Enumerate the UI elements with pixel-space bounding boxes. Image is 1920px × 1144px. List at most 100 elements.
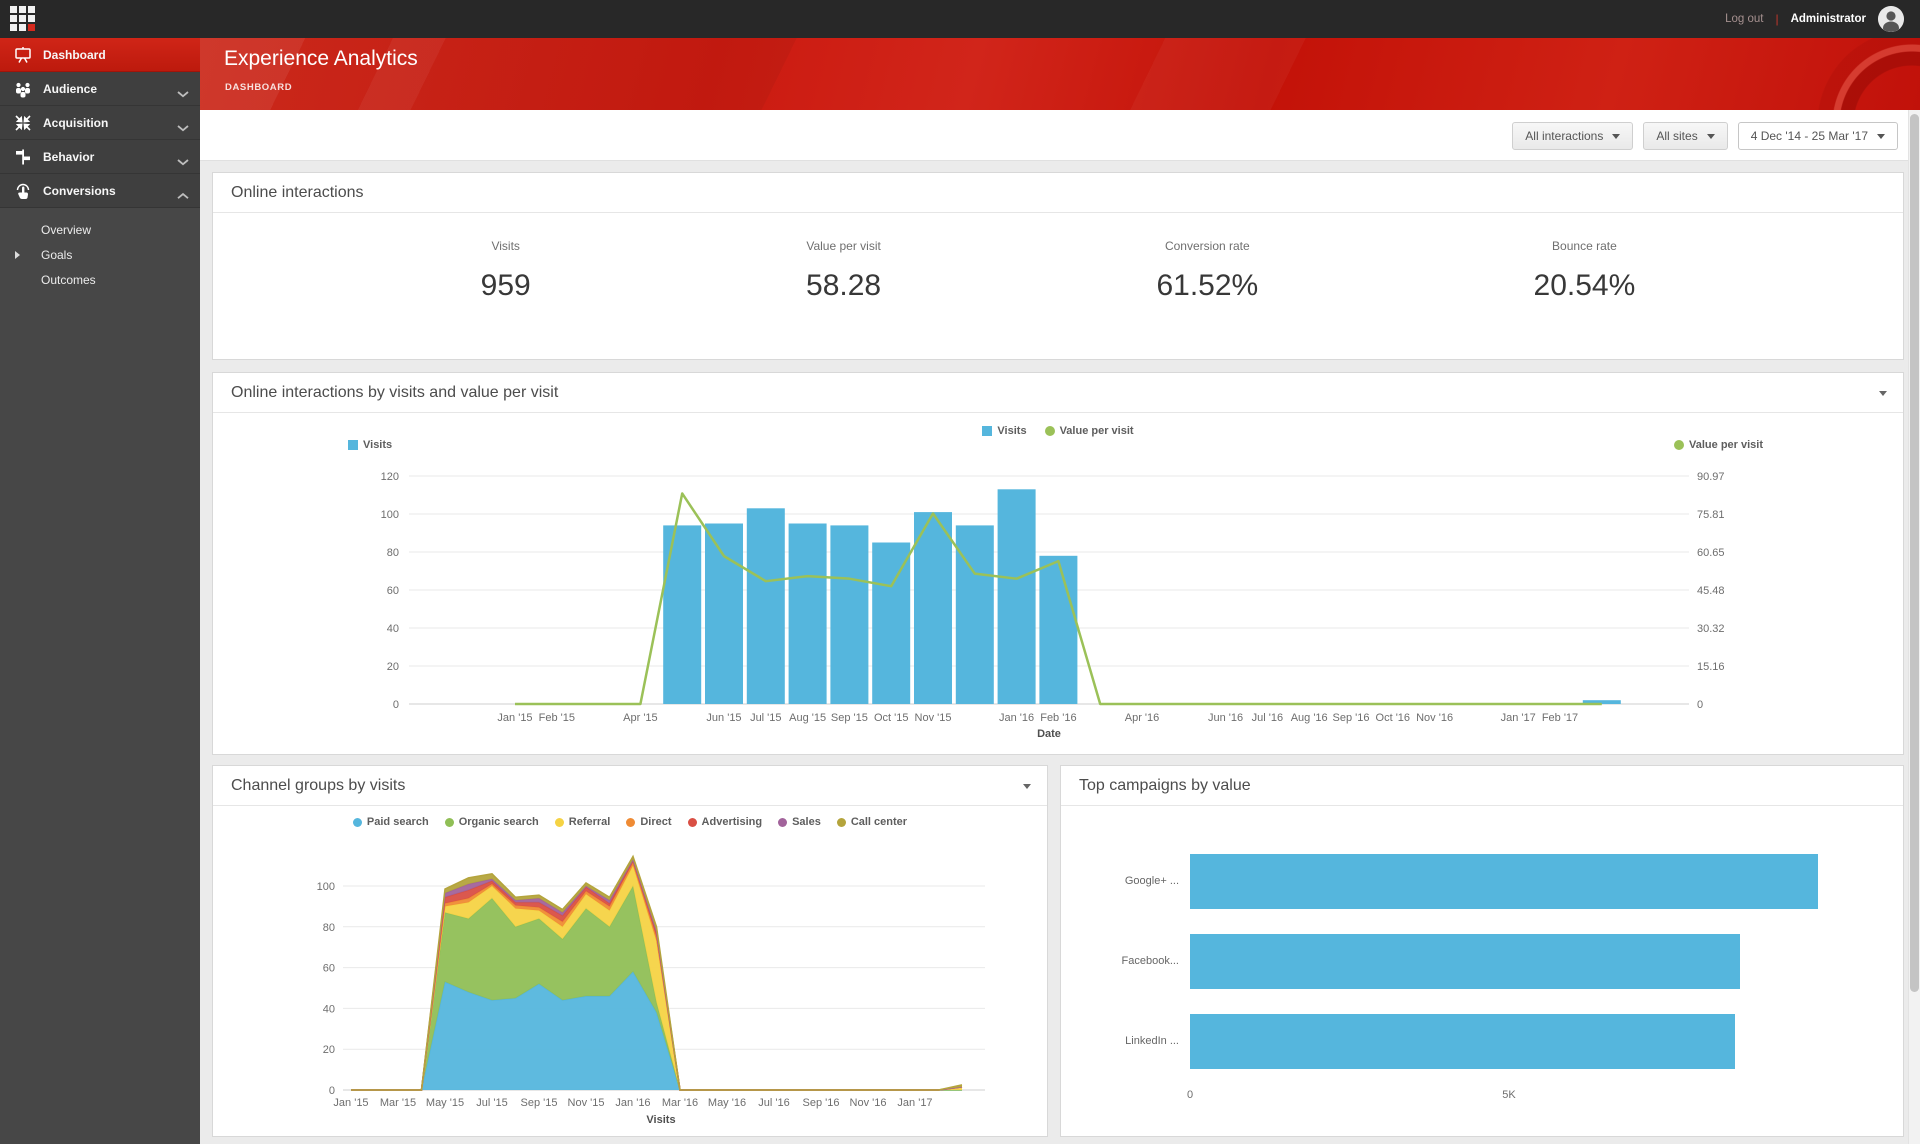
campaign-bar[interactable]	[1190, 854, 1818, 909]
x-axis-tick: Feb '15	[539, 712, 575, 724]
x-axis-tick: Apr '16	[1125, 712, 1160, 724]
subitem-label: Overview	[41, 223, 92, 237]
legend-label: Sales	[792, 816, 821, 828]
visits-bar[interactable]	[830, 525, 869, 704]
visits-bar[interactable]	[1039, 555, 1078, 704]
x-axis-tick: Jul '16	[1252, 712, 1283, 724]
metric-conversion-rate: Conversion rate 61.52%	[1156, 239, 1258, 303]
left-axis-tick: 60	[387, 585, 399, 597]
legend-label: Paid search	[366, 816, 429, 828]
visits-bar[interactable]	[955, 525, 994, 704]
x-axis-tick: May '16	[708, 1097, 746, 1109]
campaign-label: Google+ ...	[1124, 875, 1179, 887]
legend-swatch	[836, 817, 846, 827]
legend-swatch	[626, 817, 636, 827]
panel-title-text: Top campaigns by value	[1079, 777, 1251, 794]
legend-item-advertising[interactable]: Advertising	[687, 816, 762, 828]
legend-item-direct[interactable]: Direct	[626, 816, 672, 828]
panel-title-text: Online interactions by visits and value …	[231, 384, 559, 401]
legend-swatch	[554, 817, 564, 827]
visits-swatch	[348, 440, 358, 450]
metric-value: 20.54%	[1533, 269, 1636, 302]
left-axis-tick: 40	[387, 623, 399, 635]
x-axis-tick: Oct '15	[874, 712, 909, 724]
metric-label: Conversion rate	[1164, 239, 1250, 253]
legend-swatch	[687, 817, 697, 827]
scrollbar-thumb[interactable]	[1910, 114, 1919, 992]
collapse-caret-icon[interactable]	[1879, 391, 1887, 396]
collapse-caret-icon[interactable]	[1023, 784, 1031, 789]
expand-arrow-icon[interactable]	[15, 251, 20, 259]
audience-icon	[12, 79, 34, 99]
filter-bar: All interactions All sites 4 Dec '14 - 2…	[200, 110, 1908, 161]
left-axis-tick: 100	[381, 509, 399, 521]
legend-item-call-center[interactable]: Call center	[836, 816, 908, 828]
visits-bar[interactable]	[872, 542, 911, 705]
metrics-row: Visits 959 Value per visit 58.28 Convers…	[213, 213, 1903, 303]
launchpad-icon[interactable]	[10, 6, 37, 33]
visits-bar[interactable]	[705, 523, 743, 705]
subitem-label: Goals	[41, 248, 73, 262]
legend-item-paid-search[interactable]: Paid search	[352, 816, 429, 828]
user-menu[interactable]: Administrator	[1791, 13, 1866, 25]
legend-item-sales[interactable]: Sales	[778, 816, 821, 828]
sidebar-item-dashboard[interactable]: Dashboard	[0, 38, 200, 72]
legend-item-organic-search[interactable]: Organic search	[444, 816, 539, 828]
x-axis-title: Visits	[646, 1114, 676, 1126]
panel-title-text: Channel groups by visits	[231, 777, 406, 794]
visits-bar[interactable]	[663, 525, 702, 704]
sidebar-item-conversions[interactable]: Conversions	[0, 174, 200, 208]
visits-bar[interactable]	[914, 512, 952, 704]
metric-value-per-visit: Value per visit 58.28	[806, 239, 881, 303]
metric-value: 61.52%	[1156, 269, 1259, 302]
legend-item-referral[interactable]: Referral	[554, 816, 610, 828]
campaign-bar[interactable]	[1190, 934, 1740, 989]
legend-item-value-per-visit[interactable]: Value per visit	[1044, 425, 1134, 437]
sidebar-subitem-goals[interactable]: Goals	[0, 243, 200, 268]
x-axis-tick: Nov '16	[850, 1097, 887, 1109]
campaign-bar[interactable]	[1190, 1014, 1735, 1069]
sidebar-subitem-outcomes[interactable]: Outcomes	[0, 268, 200, 293]
channel-groups-panel: Channel groups by visits Paid search Orga…	[212, 765, 1048, 1137]
scrollbar[interactable]	[1908, 110, 1920, 1144]
visits-bar[interactable]	[997, 489, 1036, 704]
sidebar-item-behavior[interactable]: Behavior	[0, 140, 200, 174]
right-axis-tick: 30.32	[1697, 623, 1725, 635]
channel-groups-chart: Paid search Organic search Referral Direct A…	[213, 806, 1047, 1137]
campaign-label: LinkedIn ...	[1125, 1035, 1179, 1047]
x-axis-tick: Jan '16	[999, 712, 1034, 724]
logout-link[interactable]: Log out	[1725, 13, 1763, 25]
sidebar-item-acquisition[interactable]: Acquisition	[0, 106, 200, 140]
right-axis-title: Value per visit	[1674, 439, 1763, 451]
date-range-filter-dropdown[interactable]: 4 Dec '14 - 25 Mar '17	[1737, 122, 1898, 150]
legend-item-visits[interactable]: Visits	[982, 425, 1027, 437]
launchpad-tile	[10, 24, 17, 31]
right-axis-tick: 0	[1697, 699, 1703, 711]
panel-title: Top campaigns by value	[1061, 766, 1903, 806]
left-axis-tick: 0	[393, 699, 399, 711]
avatar[interactable]	[1878, 6, 1904, 32]
sidebar-item-audience[interactable]: Audience	[0, 72, 200, 106]
filter-label: 4 Dec '14 - 25 Mar '17	[1750, 129, 1868, 143]
dropdown-caret-icon	[1877, 133, 1885, 139]
value-per-visit-swatch	[1674, 440, 1685, 450]
chevron-down-icon	[176, 153, 190, 171]
conversions-submenu: Overview Goals Outcomes	[0, 208, 200, 303]
filter-label: All sites	[1656, 129, 1698, 143]
dropdown-caret-icon	[1706, 133, 1715, 139]
interactions-filter-dropdown[interactable]: All interactions	[1512, 122, 1634, 150]
right-axis-tick: 60.65	[1697, 547, 1725, 559]
sites-filter-dropdown[interactable]: All sites	[1643, 122, 1728, 150]
breadcrumb: DASHBOARD	[225, 82, 293, 93]
visits-bar[interactable]	[788, 523, 827, 705]
visits-bar[interactable]	[746, 508, 785, 704]
metric-bounce-rate: Bounce rate 20.54%	[1534, 239, 1636, 303]
x-axis-tick: Sep '16	[803, 1097, 840, 1109]
right-axis-tick: 15.16	[1697, 661, 1725, 673]
legend-label: Call center	[850, 816, 908, 828]
chart-legend: Visits Value per visit	[213, 425, 1903, 437]
launchpad-tile	[28, 6, 35, 13]
sidebar-subitem-overview[interactable]: Overview	[0, 218, 200, 243]
x-axis-tick: 0	[1186, 1089, 1194, 1101]
main-content: Online interactions Visits 959 Value per…	[200, 161, 1908, 1144]
